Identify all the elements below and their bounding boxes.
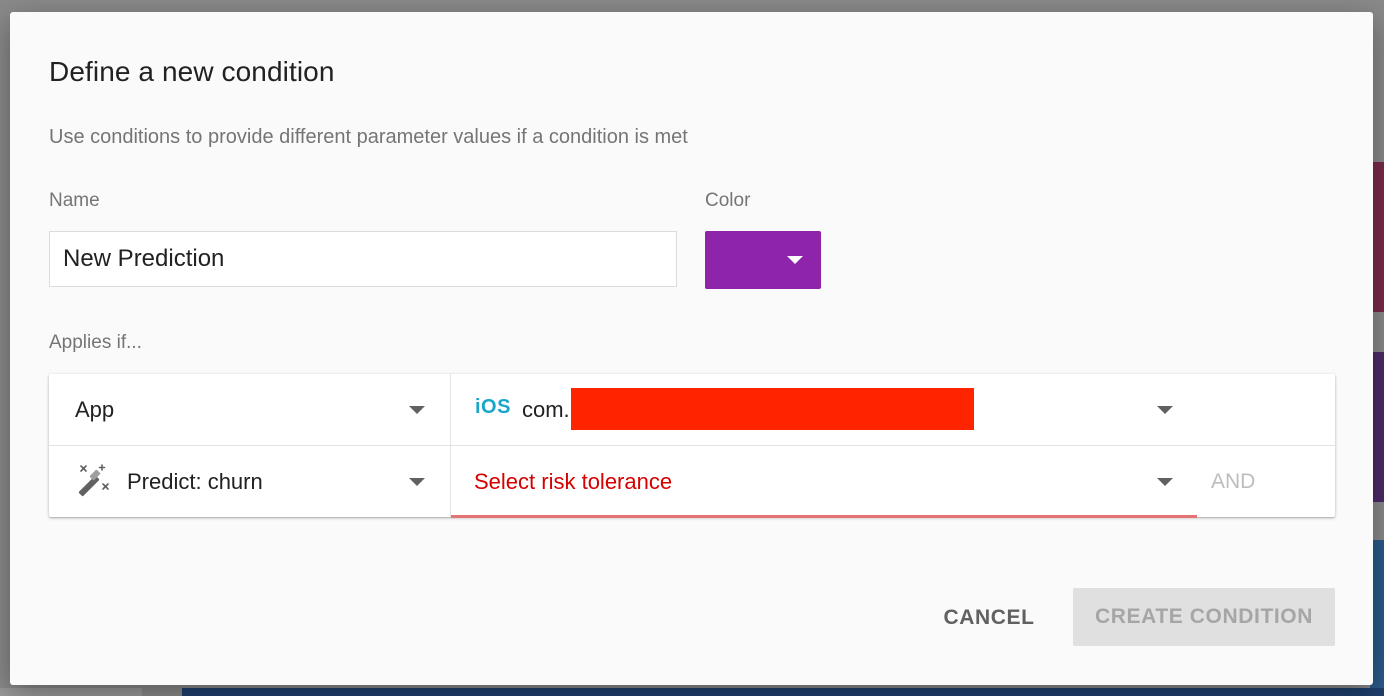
error-underline — [451, 515, 1197, 518]
and-connector-button[interactable]: AND — [1211, 446, 1255, 517]
dropdown-arrow-icon — [787, 256, 803, 264]
color-picker-button[interactable] — [705, 231, 821, 289]
create-condition-button[interactable]: CREATE CONDITION — [1073, 588, 1335, 646]
condition-row-app: App iOS com. — [49, 374, 1335, 446]
dropdown-arrow-icon — [1157, 478, 1173, 486]
app-value-select[interactable]: iOS com. — [451, 374, 1197, 445]
condition-name-input[interactable] — [49, 231, 677, 287]
dropdown-arrow-icon — [409, 406, 425, 414]
condition-type-label: Predict: churn — [127, 469, 263, 494]
magic-wand-icon — [78, 464, 109, 497]
dropdown-arrow-icon — [409, 478, 425, 486]
color-label: Color — [705, 190, 751, 211]
background-bar — [182, 688, 1384, 696]
condition-row-prediction: Predict: churn Select risk tolerance AND — [49, 446, 1335, 518]
dialog-subtitle: Use conditions to provide different para… — [49, 126, 688, 148]
risk-tolerance-placeholder: Select risk tolerance — [474, 469, 673, 494]
applies-if-label: Applies if... — [49, 332, 142, 353]
dropdown-arrow-icon — [1157, 406, 1173, 414]
redaction-block — [571, 388, 974, 430]
condition-type-select-app[interactable]: App — [49, 374, 451, 445]
risk-tolerance-select[interactable]: Select risk tolerance — [451, 446, 1197, 518]
condition-type-label: App — [75, 397, 115, 422]
background-strip — [0, 688, 142, 696]
dialog-title: Define a new condition — [49, 56, 335, 87]
conditions-card: App iOS com. Predict: churn Select risk … — [49, 374, 1335, 518]
app-bundle-id: com. — [522, 397, 570, 422]
condition-type-select-prediction[interactable]: Predict: churn — [49, 446, 451, 517]
cancel-button[interactable]: CANCEL — [930, 590, 1048, 646]
new-condition-dialog: Define a new condition Use conditions to… — [10, 12, 1373, 685]
ios-icon: iOS — [475, 396, 511, 418]
name-label: Name — [49, 190, 100, 211]
